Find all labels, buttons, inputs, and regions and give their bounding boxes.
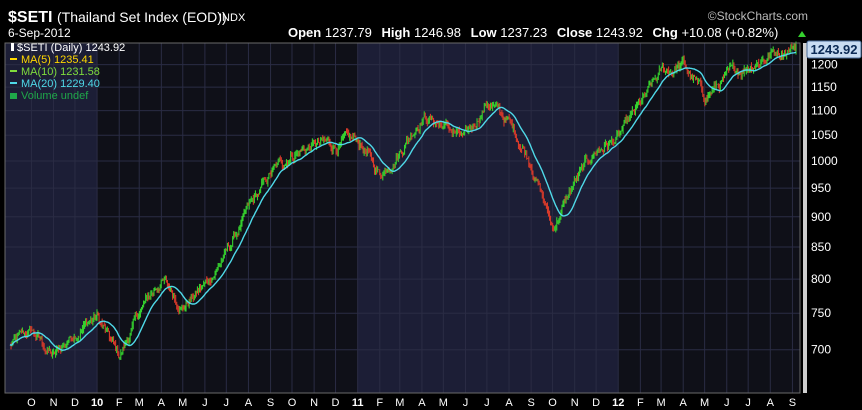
x-tick-label: F: [116, 397, 123, 409]
y-tick-label: 1150: [811, 80, 837, 94]
x-tick-label: 10: [91, 397, 103, 409]
stockcharts-watermark: ©StockCharts.com: [708, 9, 808, 23]
y-tick-label: 1200: [811, 58, 838, 72]
y-tick-label: 800: [811, 272, 831, 286]
x-tick-label: S: [527, 397, 534, 409]
symbol-title: $SETI: [8, 9, 52, 26]
last-price-value: 1243.92: [811, 42, 858, 57]
right-axis-bar: [803, 43, 807, 393]
x-tick-label: A: [418, 397, 426, 409]
x-tick-label: 12: [612, 397, 624, 409]
year-band: [97, 43, 358, 393]
x-tick-label: O: [548, 397, 557, 409]
x-tick-label: N: [571, 397, 579, 409]
x-tick-label: F: [637, 397, 644, 409]
x-tick-label: N: [310, 397, 318, 409]
x-tick-label: O: [288, 397, 297, 409]
year-band: [357, 43, 619, 393]
legend-swatch-ma10: [10, 70, 17, 72]
y-tick-label: 700: [811, 343, 831, 357]
x-tick-label: A: [505, 397, 513, 409]
legend-item-price: $SETI (Daily) 1243.92: [17, 42, 125, 54]
x-tick-label: J: [724, 397, 730, 409]
y-tick-label: 750: [811, 306, 831, 320]
legend-item-ma10: MA(10) 1231.58: [21, 66, 100, 78]
year-bands: [5, 43, 800, 393]
y-tick-label: 1100: [811, 104, 837, 118]
x-tick-label: A: [680, 397, 688, 409]
x-tick-label: 11: [352, 397, 364, 409]
x-tick-label: A: [158, 397, 166, 409]
x-tick-label: M: [178, 397, 187, 409]
x-tick-label: A: [245, 397, 253, 409]
exchange-label: INDX: [219, 12, 246, 24]
x-tick-label: M: [439, 397, 448, 409]
x-tick-label: S: [789, 397, 796, 409]
y-tick-label: 950: [811, 181, 831, 195]
price-chart: 700 750 800 850 900 950 1000 1050 1100 1150 1200 O…: [0, 0, 862, 410]
x-tick-label: O: [27, 397, 36, 409]
x-tick-label: S: [267, 397, 274, 409]
x-tick-label: J: [463, 397, 469, 409]
legend-item-ma20: MA(20) 1229.40: [21, 78, 100, 90]
x-tick-label: A: [767, 397, 775, 409]
x-tick-label: N: [50, 397, 58, 409]
last-price-tag: 1243.92: [806, 40, 862, 59]
ohlc-readout: Open 1237.79 High 1246.98 Low 1237.23 Cl…: [288, 25, 778, 40]
x-tick-label: J: [224, 397, 230, 409]
legend-swatch-price: [11, 43, 14, 51]
quote-date: 6-Sep-2012: [8, 26, 71, 40]
y-tick-label: 850: [811, 240, 831, 254]
x-tick-label: J: [484, 397, 490, 409]
x-tick-label: D: [71, 397, 79, 409]
x-tick-label: J: [745, 397, 751, 409]
y-tick-label: 900: [811, 210, 831, 224]
x-tick-label: D: [592, 397, 600, 409]
x-tick-label: M: [395, 397, 404, 409]
legend-swatch-volume: [10, 93, 17, 99]
legend-swatch-ma5: [10, 58, 17, 60]
index-name: (Thailand Set Index (EOD)): [57, 9, 227, 25]
x-tick-label: J: [202, 397, 208, 409]
y-tick-label: 1050: [811, 128, 838, 142]
x-tick-label: D: [332, 397, 340, 409]
legend-item-volume: Volume undef: [21, 90, 89, 102]
x-tick-label: M: [700, 397, 709, 409]
legend-swatch-ma20: [10, 82, 17, 84]
x-tick-label: F: [376, 397, 383, 409]
x-tick-label: M: [656, 397, 665, 409]
legend-item-ma5: MA(5) 1235.41: [21, 54, 94, 66]
x-tick-label: M: [135, 397, 144, 409]
y-tick-label: 1000: [811, 154, 838, 168]
